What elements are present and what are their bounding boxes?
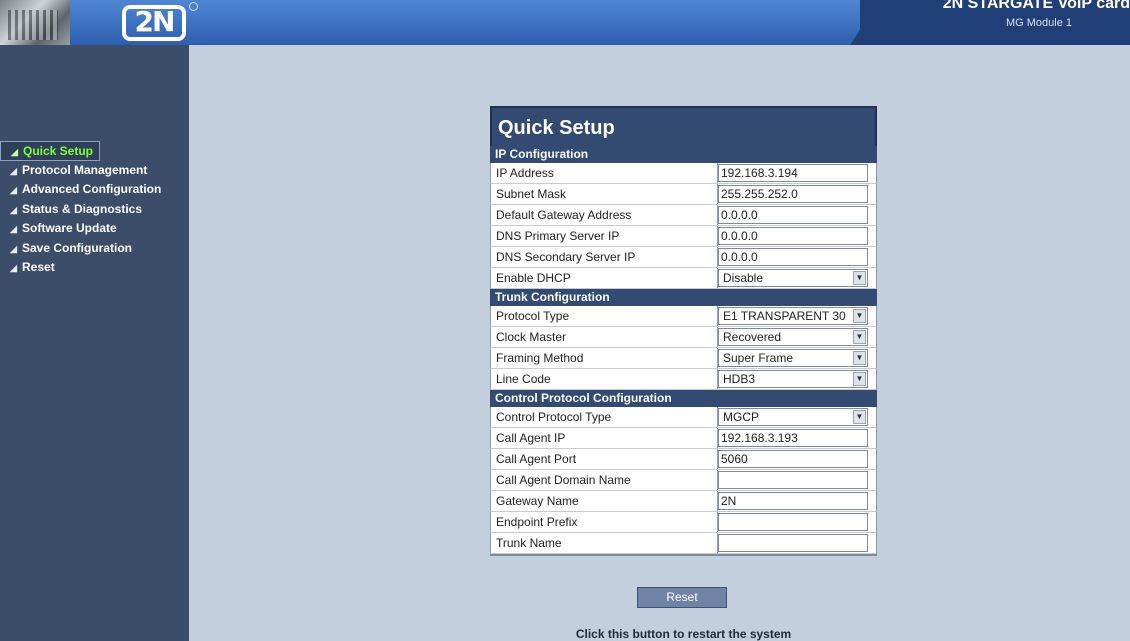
subnet-mask-field[interactable]: 255.255.252.0	[718, 185, 868, 203]
arrow-bullet-icon: ◢	[10, 263, 17, 273]
clock-master-label: Clock Master	[496, 330, 567, 344]
header-photo	[0, 0, 70, 45]
gateway-name-label: Gateway Name	[496, 494, 579, 508]
ip-address-field[interactable]: 192.168.3.194	[718, 164, 868, 182]
top-banner: 2N 2N STARGATE VoIP card MG Module 1	[0, 0, 1130, 45]
row-call-agent-domain: Call Agent Domain Name	[490, 470, 877, 491]
sidebar-item-protocol-management[interactable]: ◢ Protocol Management	[0, 161, 189, 181]
dns-secondary-field[interactable]: 0.0.0.0	[718, 248, 868, 266]
sidebar-item-advanced-configuration[interactable]: ◢ Advanced Configuration	[0, 180, 189, 200]
sidebar-nav: ◢ Quick Setup ◢ Protocol Management ◢ Advan…	[0, 141, 189, 278]
row-endpoint-prefix: Endpoint Prefix	[490, 512, 877, 533]
protocol-type-label: Protocol Type	[496, 309, 570, 323]
dns-primary-label: DNS Primary Server IP	[496, 229, 620, 243]
arrow-bullet-icon: ◢	[10, 243, 17, 254]
call-agent-ip-field[interactable]: 192.168.3.193	[718, 429, 868, 447]
row-control-protocol-type: Control Protocol Type MGCP ▼	[490, 407, 877, 428]
module-name: MG Module 1	[1005, 17, 1072, 29]
sidebar-item-save-configuration[interactable]: ◢ Save Configuration	[0, 239, 189, 259]
clock-master-select[interactable]: Recovered ▼	[718, 328, 868, 346]
enable-dhcp-label: Enable DHCP	[496, 271, 571, 285]
row-protocol-type: Protocol Type E1 TRANSPARENT 30 ▼	[490, 306, 877, 327]
arrow-bullet-icon: ◢	[11, 147, 18, 157]
row-default-gateway: Default Gateway Address 0.0.0.0	[490, 205, 877, 226]
framing-method-label: Framing Method	[496, 351, 584, 365]
row-framing-method: Framing Method Super Frame ▼	[490, 348, 877, 369]
row-ip-address: IP Address 192.168.3.194	[490, 163, 877, 184]
framing-method-select[interactable]: Super Frame ▼	[718, 349, 868, 367]
arrow-bullet-icon: ◢	[10, 204, 17, 215]
chevron-down-icon[interactable]: ▼	[853, 271, 866, 285]
brand-logo: 2N	[122, 5, 186, 41]
control-protocol-type-label: Control Protocol Type	[496, 410, 612, 424]
section-trunk-configuration: Trunk Configuration	[490, 289, 877, 306]
product-banner: 2N STARGATE VoIP card MG Module 1	[860, 0, 1130, 45]
endpoint-prefix-field[interactable]	[718, 513, 868, 531]
chevron-down-icon[interactable]: ▼	[853, 309, 866, 323]
default-gateway-field[interactable]: 0.0.0.0	[718, 206, 868, 224]
call-agent-ip-label: Call Agent IP	[496, 431, 566, 445]
row-dns-primary: DNS Primary Server IP 0.0.0.0	[490, 226, 877, 247]
line-code-label: Line Code	[496, 372, 551, 386]
enable-dhcp-select[interactable]: Disable ▼	[718, 269, 868, 287]
call-agent-port-field[interactable]: 5060	[718, 450, 868, 468]
control-protocol-type-select[interactable]: MGCP ▼	[718, 408, 868, 426]
line-code-select[interactable]: HDB3 ▼	[718, 370, 868, 388]
ip-address-label: IP Address	[496, 166, 554, 180]
sidebar: ◢ Quick Setup ◢ Protocol Management ◢ Advan…	[0, 45, 189, 641]
page-title: Quick Setup	[490, 106, 877, 146]
row-enable-dhcp: Enable DHCP Disable ▼	[490, 268, 877, 289]
row-clock-master: Clock Master Recovered ▼	[490, 327, 877, 348]
row-gateway-name: Gateway Name 2N	[490, 491, 877, 512]
quick-setup-form: Quick Setup IP Configuration IP Address …	[490, 106, 877, 556]
call-agent-port-label: Call Agent Port	[496, 452, 577, 466]
section-control-protocol-configuration: Control Protocol Configuration	[490, 390, 877, 407]
sidebar-item-quick-setup[interactable]: ◢ Quick Setup	[0, 141, 100, 161]
row-dns-secondary: DNS Secondary Server IP 0.0.0.0	[490, 247, 877, 268]
product-name: 2N STARGATE VoIP card	[942, 0, 1130, 12]
default-gateway-label: Default Gateway Address	[496, 208, 632, 222]
section-ip-configuration: IP Configuration	[490, 146, 877, 163]
row-line-code: Line Code HDB3 ▼	[490, 369, 877, 390]
chevron-down-icon[interactable]: ▼	[853, 410, 866, 424]
arrow-bullet-icon: ◢	[10, 185, 17, 195]
sidebar-item-software-update[interactable]: ◢ Software Update	[0, 219, 189, 239]
trunk-name-label: Trunk Name	[496, 536, 562, 550]
dns-secondary-label: DNS Secondary Server IP	[496, 250, 636, 264]
call-agent-domain-label: Call Agent Domain Name	[496, 473, 631, 487]
row-subnet-mask: Subnet Mask 255.255.252.0	[490, 184, 877, 205]
protocol-type-select[interactable]: E1 TRANSPARENT 30 ▼	[718, 307, 868, 325]
endpoint-prefix-label: Endpoint Prefix	[496, 515, 578, 529]
registered-mark-icon	[189, 2, 198, 11]
reset-button[interactable]: Reset	[637, 587, 727, 608]
trunk-name-field[interactable]	[718, 534, 868, 552]
call-agent-domain-field[interactable]	[718, 471, 868, 489]
gateway-name-field[interactable]: 2N	[718, 492, 868, 510]
subnet-mask-label: Subnet Mask	[496, 187, 567, 201]
sidebar-item-reset[interactable]: ◢ Reset	[0, 258, 189, 278]
row-call-agent-ip: Call Agent IP 192.168.3.193	[490, 428, 877, 449]
reset-note: Click this button to restart the system	[575, 627, 792, 641]
chevron-down-icon[interactable]: ▼	[853, 351, 866, 365]
chevron-down-icon[interactable]: ▼	[853, 372, 866, 386]
row-call-agent-port: Call Agent Port 5060	[490, 449, 877, 470]
arrow-bullet-icon: ◢	[10, 224, 17, 234]
dns-primary-field[interactable]: 0.0.0.0	[718, 227, 868, 245]
chevron-down-icon[interactable]: ▼	[853, 330, 866, 344]
sidebar-item-status-diagnostics[interactable]: ◢ Status & Diagnostics	[0, 200, 189, 220]
arrow-bullet-icon: ◢	[10, 165, 17, 176]
row-trunk-name: Trunk Name	[490, 533, 877, 554]
